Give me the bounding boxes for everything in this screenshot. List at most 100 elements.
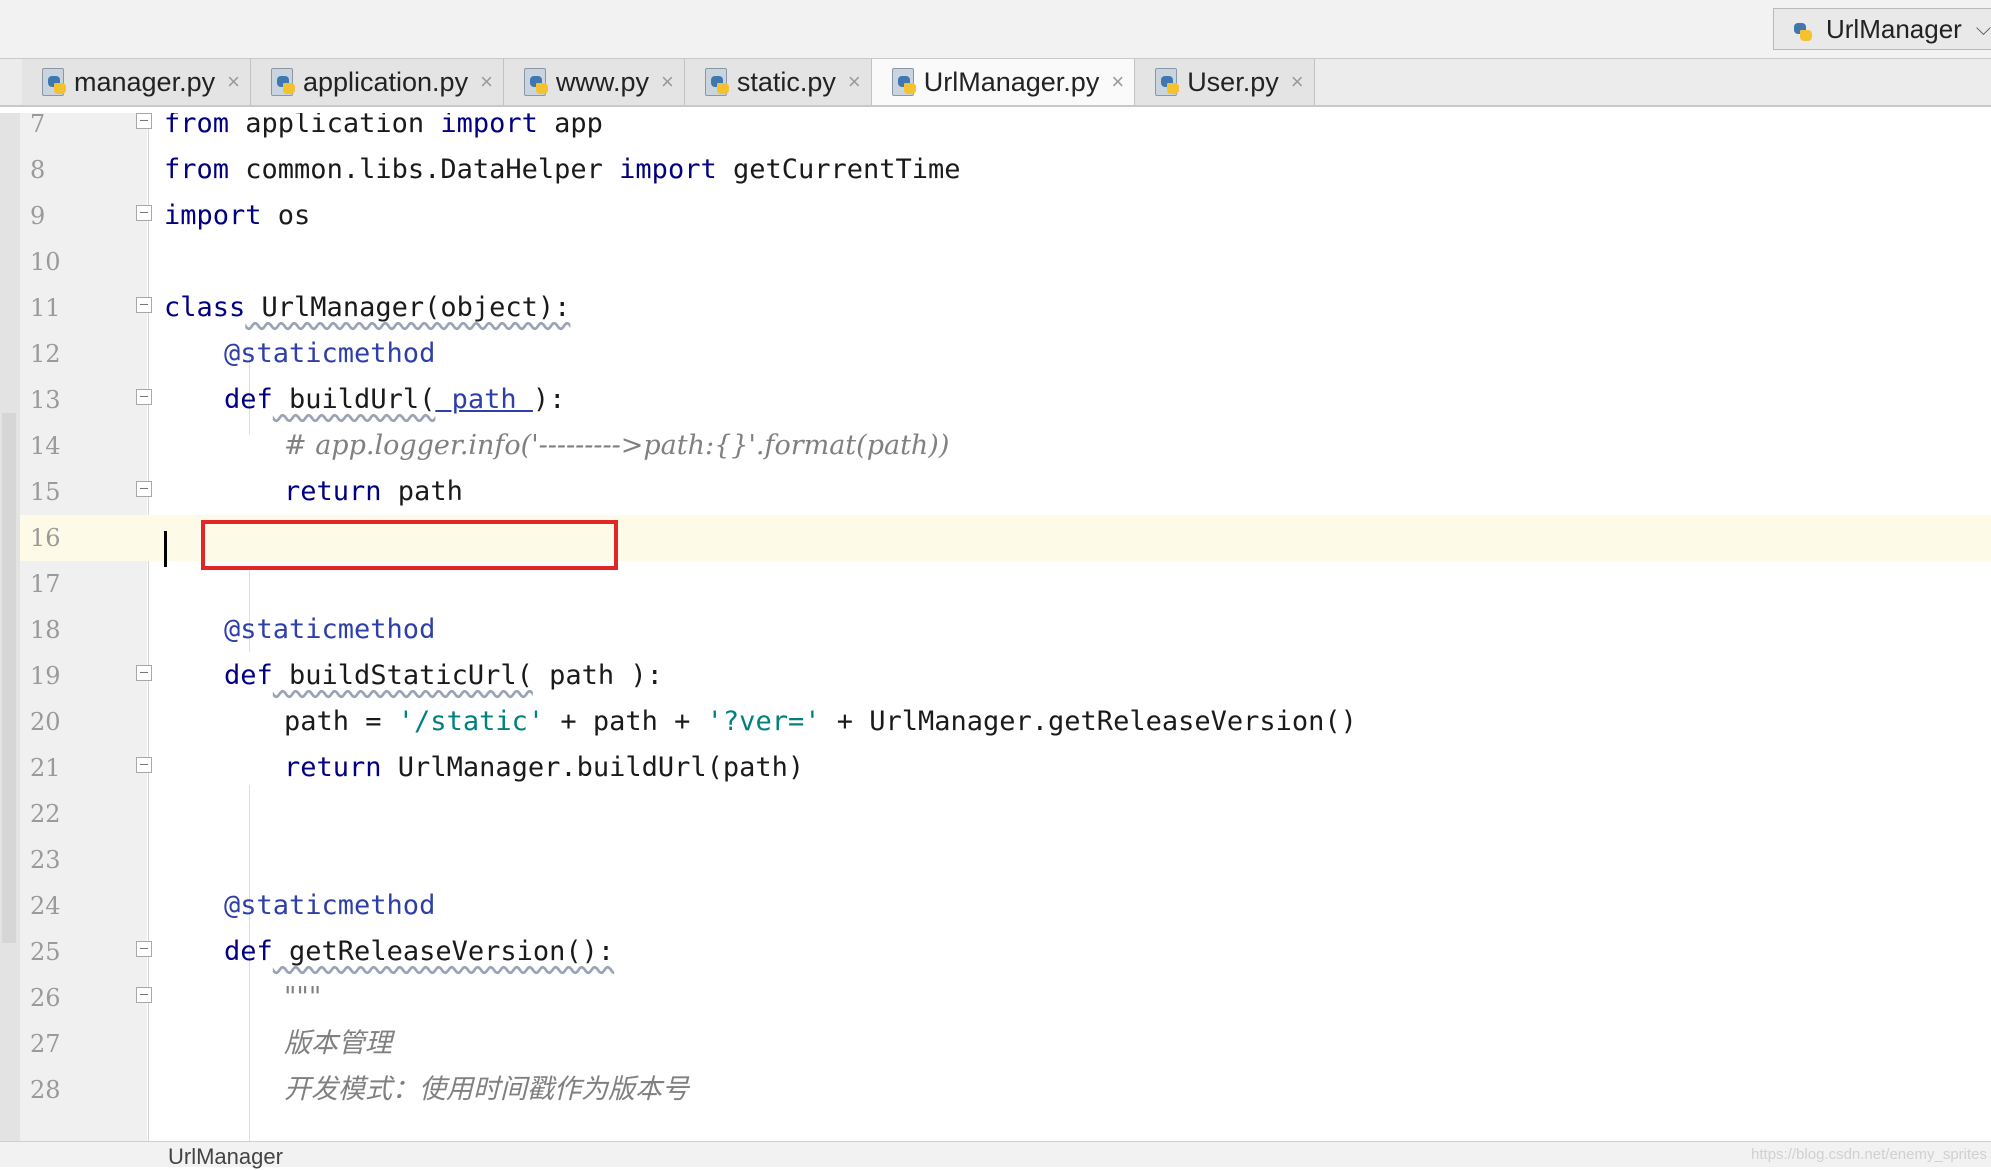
tab-label: UrlManager.py: [923, 66, 1100, 97]
line-number: 18: [30, 616, 61, 644]
line-number: 12: [30, 340, 61, 368]
line-number: 20: [30, 708, 61, 736]
line-number: 21: [30, 754, 61, 782]
tab-label: application.py: [302, 66, 469, 97]
fold-marker[interactable]: [136, 987, 154, 1007]
code-editor[interactable]: 7 from application import app 8 from com…: [20, 113, 1991, 1141]
close-icon[interactable]: ×: [1291, 69, 1304, 95]
line-number: 25: [30, 938, 61, 966]
decorator: @staticmethod: [224, 338, 436, 369]
close-icon[interactable]: ×: [480, 69, 493, 95]
run-configuration-selector[interactable]: UrlManager ⌵: [1773, 8, 1991, 50]
code-line-13: 13 def buildUrl( path ):: [20, 377, 1991, 423]
keyword: from: [164, 154, 230, 185]
code-line-27: 27 版本管理: [20, 1021, 1991, 1067]
line-number: 16: [20, 515, 147, 561]
code-line-9: 9 import os: [20, 193, 1991, 239]
red-highlight-box: [201, 520, 618, 570]
comment: # app.logger.info('--------->path:{}'.fo…: [284, 430, 950, 461]
code-line-15: 15 return path: [20, 469, 1991, 515]
fold-marker[interactable]: [136, 389, 154, 409]
keyword: def: [224, 384, 273, 415]
code-line-23: 23: [20, 837, 1991, 883]
tab-label: static.py: [736, 66, 836, 97]
code-line-20: 20 path = '/static' + path + '?ver=' + U…: [20, 699, 1991, 745]
run-configuration-label: UrlManager: [1826, 13, 1962, 44]
line-number: 10: [30, 248, 61, 276]
code-line-18: 18 @staticmethod: [20, 607, 1991, 653]
line-number: 14: [30, 432, 61, 460]
code-line-11: 11 class UrlManager(object):: [20, 285, 1991, 331]
code-text: path: [381, 476, 463, 507]
function-name: getReleaseVersion():: [272, 936, 615, 967]
keyword: return: [284, 752, 382, 783]
line-number: 23: [30, 846, 61, 874]
line-number: 7: [30, 113, 46, 138]
tab-manager-py[interactable]: manager.py ×: [22, 59, 251, 105]
python-file-icon: [40, 68, 68, 96]
fold-marker[interactable]: [136, 205, 154, 225]
line-number: 28: [30, 1076, 61, 1104]
line-number: 26: [30, 984, 61, 1012]
docstring: 开发模式：使用时间戳作为版本号: [284, 1074, 689, 1105]
keyword: def: [224, 660, 273, 691]
code-text: ):: [630, 660, 663, 691]
code-line-26: 26 """: [20, 975, 1991, 1021]
tab-static-py[interactable]: static.py ×: [684, 59, 872, 105]
code-text: getCurrentTime: [716, 154, 961, 185]
editor-tab-bar: manager.py × application.py × www.py × s…: [0, 59, 1991, 107]
python-file-icon: [1153, 68, 1181, 96]
code-text: UrlManager.buildUrl(path): [381, 752, 805, 783]
code-line-24: 24 @staticmethod: [20, 883, 1991, 929]
python-file-icon: [890, 68, 918, 96]
function-name: buildStaticUrl(: [272, 660, 533, 691]
close-icon[interactable]: ×: [1111, 69, 1124, 95]
keyword: def: [224, 936, 273, 967]
tab-www-py[interactable]: www.py ×: [503, 59, 685, 105]
code-line-7: 7 from application import app: [20, 113, 1991, 147]
tab-user-py[interactable]: User.py ×: [1135, 59, 1315, 105]
decorator: @staticmethod: [224, 890, 436, 921]
watermark-text: https://blog.csdn.net/enemy_sprites: [1751, 1146, 1987, 1163]
keyword: import: [440, 113, 538, 139]
keyword: return: [284, 476, 382, 507]
fold-marker[interactable]: [136, 297, 154, 317]
docstring: 版本管理: [284, 1028, 392, 1059]
close-icon[interactable]: ×: [661, 69, 674, 95]
breadcrumb[interactable]: UrlManager: [168, 1144, 283, 1170]
keyword: import: [619, 154, 717, 185]
parameter: path: [532, 660, 631, 691]
code-text: UrlManager(object):: [245, 292, 571, 323]
line-number: 24: [30, 892, 61, 920]
close-icon[interactable]: ×: [848, 69, 861, 95]
line-number: 8: [30, 156, 46, 184]
close-icon[interactable]: ×: [227, 69, 240, 95]
code-line-12: 12 @staticmethod: [20, 331, 1991, 377]
line-number: 27: [30, 1030, 61, 1058]
function-name: buildUrl(: [272, 384, 436, 415]
fold-marker[interactable]: [136, 941, 154, 961]
chevron-down-icon[interactable]: ⌵: [1976, 18, 1991, 41]
code-text: + UrlManager.getReleaseVersion(): [820, 706, 1357, 737]
code-line-21: 21 return UrlManager.buildUrl(path): [20, 745, 1991, 791]
python-file-icon: [703, 68, 731, 96]
code-text: app: [537, 113, 603, 139]
string-literal: '/static': [397, 706, 545, 737]
status-bar: UrlManager https://blog.csdn.net/enemy_s…: [0, 1141, 1991, 1170]
tab-urlmanager-py[interactable]: UrlManager.py ×: [871, 59, 1136, 105]
scroll-thumb[interactable]: [2, 413, 16, 943]
code-line-25: 25 def getReleaseVersion():: [20, 929, 1991, 975]
code-text: + path +: [544, 706, 707, 737]
code-line-10: 10: [20, 239, 1991, 285]
parameter: path: [435, 384, 533, 415]
tab-application-py[interactable]: application.py ×: [250, 59, 504, 105]
fold-marker[interactable]: [136, 481, 154, 501]
keyword: class: [164, 292, 246, 323]
fold-marker[interactable]: [136, 665, 154, 685]
tab-label: User.py: [1187, 66, 1279, 97]
line-number: 13: [30, 386, 61, 414]
fold-marker[interactable]: [136, 113, 154, 133]
code-text: ):: [532, 384, 566, 415]
line-number: 9: [30, 202, 46, 230]
fold-marker[interactable]: [136, 757, 154, 777]
